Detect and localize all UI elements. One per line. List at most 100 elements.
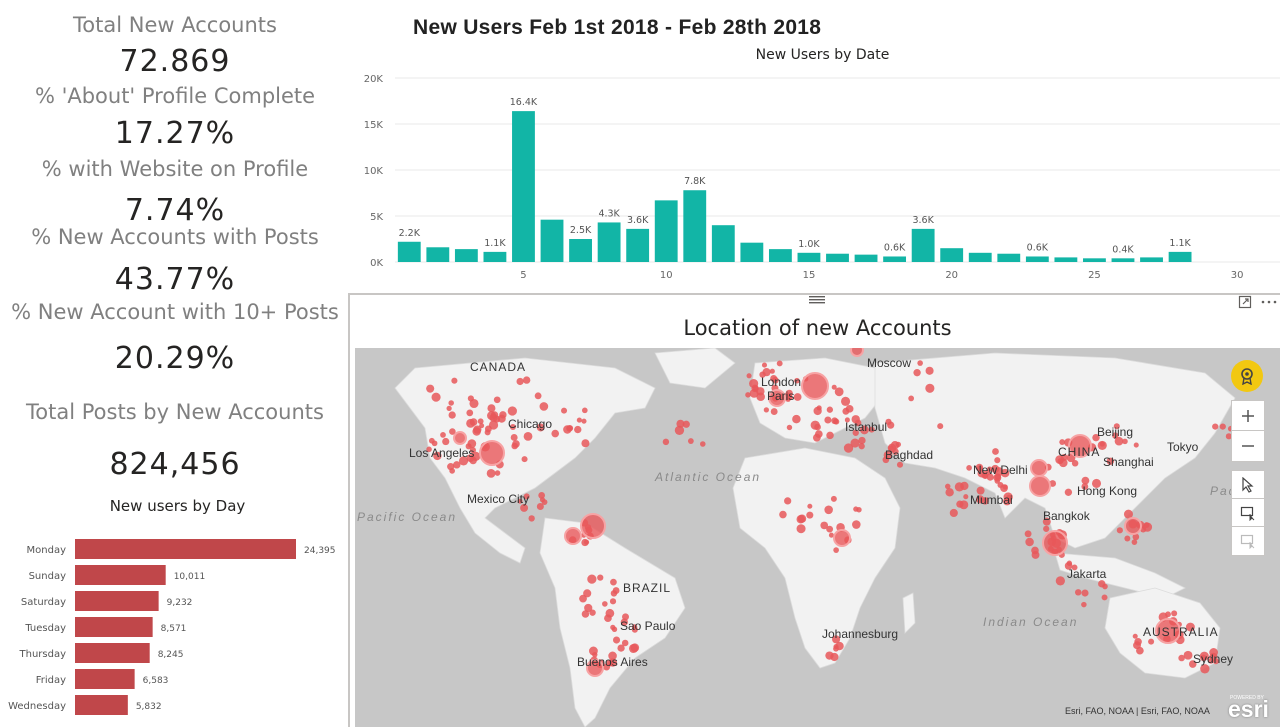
map-dot[interactable] bbox=[581, 439, 590, 448]
map-dot[interactable] bbox=[516, 377, 524, 386]
select-pointer-button[interactable] bbox=[1231, 470, 1265, 500]
map-dot[interactable] bbox=[1219, 423, 1226, 430]
map-dot[interactable] bbox=[523, 431, 533, 441]
map-dot[interactable] bbox=[887, 421, 895, 429]
map-dot[interactable] bbox=[1101, 594, 1108, 601]
map-dot[interactable] bbox=[597, 574, 604, 581]
map-dot[interactable] bbox=[784, 497, 792, 505]
map-bubble[interactable] bbox=[479, 440, 505, 466]
map-dot[interactable] bbox=[426, 384, 435, 393]
date-bar[interactable] bbox=[1111, 258, 1135, 262]
map-dot[interactable] bbox=[793, 393, 802, 401]
date-bar[interactable] bbox=[826, 253, 849, 262]
map-dot[interactable] bbox=[566, 425, 573, 432]
map-dot[interactable] bbox=[1064, 488, 1073, 496]
day-bar[interactable] bbox=[75, 643, 150, 663]
map-dot[interactable] bbox=[945, 483, 951, 490]
date-bar[interactable] bbox=[512, 111, 535, 262]
focus-mode-icon[interactable] bbox=[1238, 295, 1252, 309]
map-dot[interactable] bbox=[581, 407, 588, 414]
map-dot[interactable] bbox=[662, 438, 670, 446]
map-dot[interactable] bbox=[843, 443, 854, 453]
map-dot[interactable] bbox=[448, 411, 456, 419]
map-dot[interactable] bbox=[761, 362, 768, 368]
map-dot[interactable] bbox=[1178, 654, 1185, 662]
day-bar[interactable] bbox=[75, 539, 296, 559]
map-bubble[interactable] bbox=[801, 372, 829, 400]
map-dot[interactable] bbox=[507, 406, 517, 416]
map-dot[interactable] bbox=[431, 392, 441, 402]
zoom-in-button[interactable] bbox=[1231, 400, 1265, 432]
map-dot[interactable] bbox=[833, 645, 839, 652]
date-bar[interactable] bbox=[1083, 258, 1106, 262]
map-dot[interactable] bbox=[937, 423, 944, 430]
map-dot[interactable] bbox=[1148, 638, 1155, 645]
map-dot[interactable] bbox=[612, 636, 621, 644]
date-bar[interactable] bbox=[883, 256, 907, 262]
map-dot[interactable] bbox=[796, 524, 806, 534]
map-dot[interactable] bbox=[610, 624, 616, 630]
day-bar[interactable] bbox=[75, 695, 128, 715]
map-dot[interactable] bbox=[604, 614, 612, 623]
map-dot[interactable] bbox=[448, 400, 454, 406]
map-dot[interactable] bbox=[1122, 438, 1128, 445]
map-dot[interactable] bbox=[830, 652, 839, 662]
map-bubble[interactable] bbox=[564, 527, 582, 545]
date-bar[interactable] bbox=[683, 190, 707, 262]
date-bar[interactable] bbox=[768, 249, 792, 262]
map-dot[interactable] bbox=[510, 433, 518, 441]
map-dot[interactable] bbox=[551, 429, 560, 438]
day-bar[interactable] bbox=[75, 669, 135, 689]
map-dot[interactable] bbox=[1132, 633, 1138, 639]
map-dot[interactable] bbox=[493, 396, 501, 404]
map-dot[interactable] bbox=[895, 441, 901, 448]
map-dot[interactable] bbox=[538, 491, 546, 499]
date-bar[interactable] bbox=[426, 247, 450, 262]
map-dot[interactable] bbox=[467, 395, 474, 402]
map-dot[interactable] bbox=[963, 494, 969, 500]
map-dot[interactable] bbox=[1183, 650, 1193, 660]
map-dot[interactable] bbox=[561, 407, 568, 414]
map-bubble[interactable] bbox=[1124, 517, 1142, 535]
date-bar[interactable] bbox=[854, 254, 878, 262]
map-dot[interactable] bbox=[466, 409, 474, 417]
map-dot[interactable] bbox=[746, 373, 752, 379]
map-dot[interactable] bbox=[521, 456, 528, 463]
map-dot[interactable] bbox=[814, 430, 823, 438]
map-dot[interactable] bbox=[1000, 484, 1008, 493]
day-bar[interactable] bbox=[75, 565, 166, 585]
map-dot[interactable] bbox=[497, 414, 506, 423]
map-dot[interactable] bbox=[1171, 610, 1178, 617]
map-dot[interactable] bbox=[610, 590, 618, 597]
map-dot[interactable] bbox=[806, 511, 814, 519]
map-dot[interactable] bbox=[602, 601, 608, 607]
map-dot[interactable] bbox=[1074, 589, 1082, 596]
map-dot[interactable] bbox=[807, 503, 813, 509]
map-dot[interactable] bbox=[1133, 641, 1141, 650]
map-bubble[interactable] bbox=[1042, 530, 1068, 556]
map-dot[interactable] bbox=[913, 368, 921, 377]
map-dot[interactable] bbox=[792, 414, 801, 424]
map-dot[interactable] bbox=[745, 392, 751, 398]
map-dot[interactable] bbox=[833, 418, 839, 425]
map-dot[interactable] bbox=[574, 425, 582, 434]
map-dot[interactable] bbox=[440, 432, 446, 438]
map-dot[interactable] bbox=[786, 424, 793, 431]
map-dot[interactable] bbox=[1081, 589, 1089, 597]
map-dot[interactable] bbox=[908, 395, 915, 402]
map-dot[interactable] bbox=[617, 644, 625, 652]
map-dot[interactable] bbox=[1043, 525, 1050, 532]
map-dot[interactable] bbox=[769, 368, 775, 374]
map-bubble[interactable] bbox=[1030, 459, 1048, 477]
more-options-icon[interactable] bbox=[1261, 298, 1277, 306]
map-dot[interactable] bbox=[453, 461, 461, 469]
map-dot[interactable] bbox=[699, 441, 706, 447]
map-dot[interactable] bbox=[528, 515, 535, 522]
map-dot[interactable] bbox=[779, 510, 787, 519]
map-dot[interactable] bbox=[1124, 535, 1131, 542]
map-bubble[interactable] bbox=[850, 348, 864, 357]
date-bar[interactable] bbox=[1054, 257, 1078, 262]
date-bar[interactable] bbox=[397, 241, 421, 262]
map-dot[interactable] bbox=[628, 643, 639, 654]
date-bar[interactable] bbox=[540, 219, 564, 262]
